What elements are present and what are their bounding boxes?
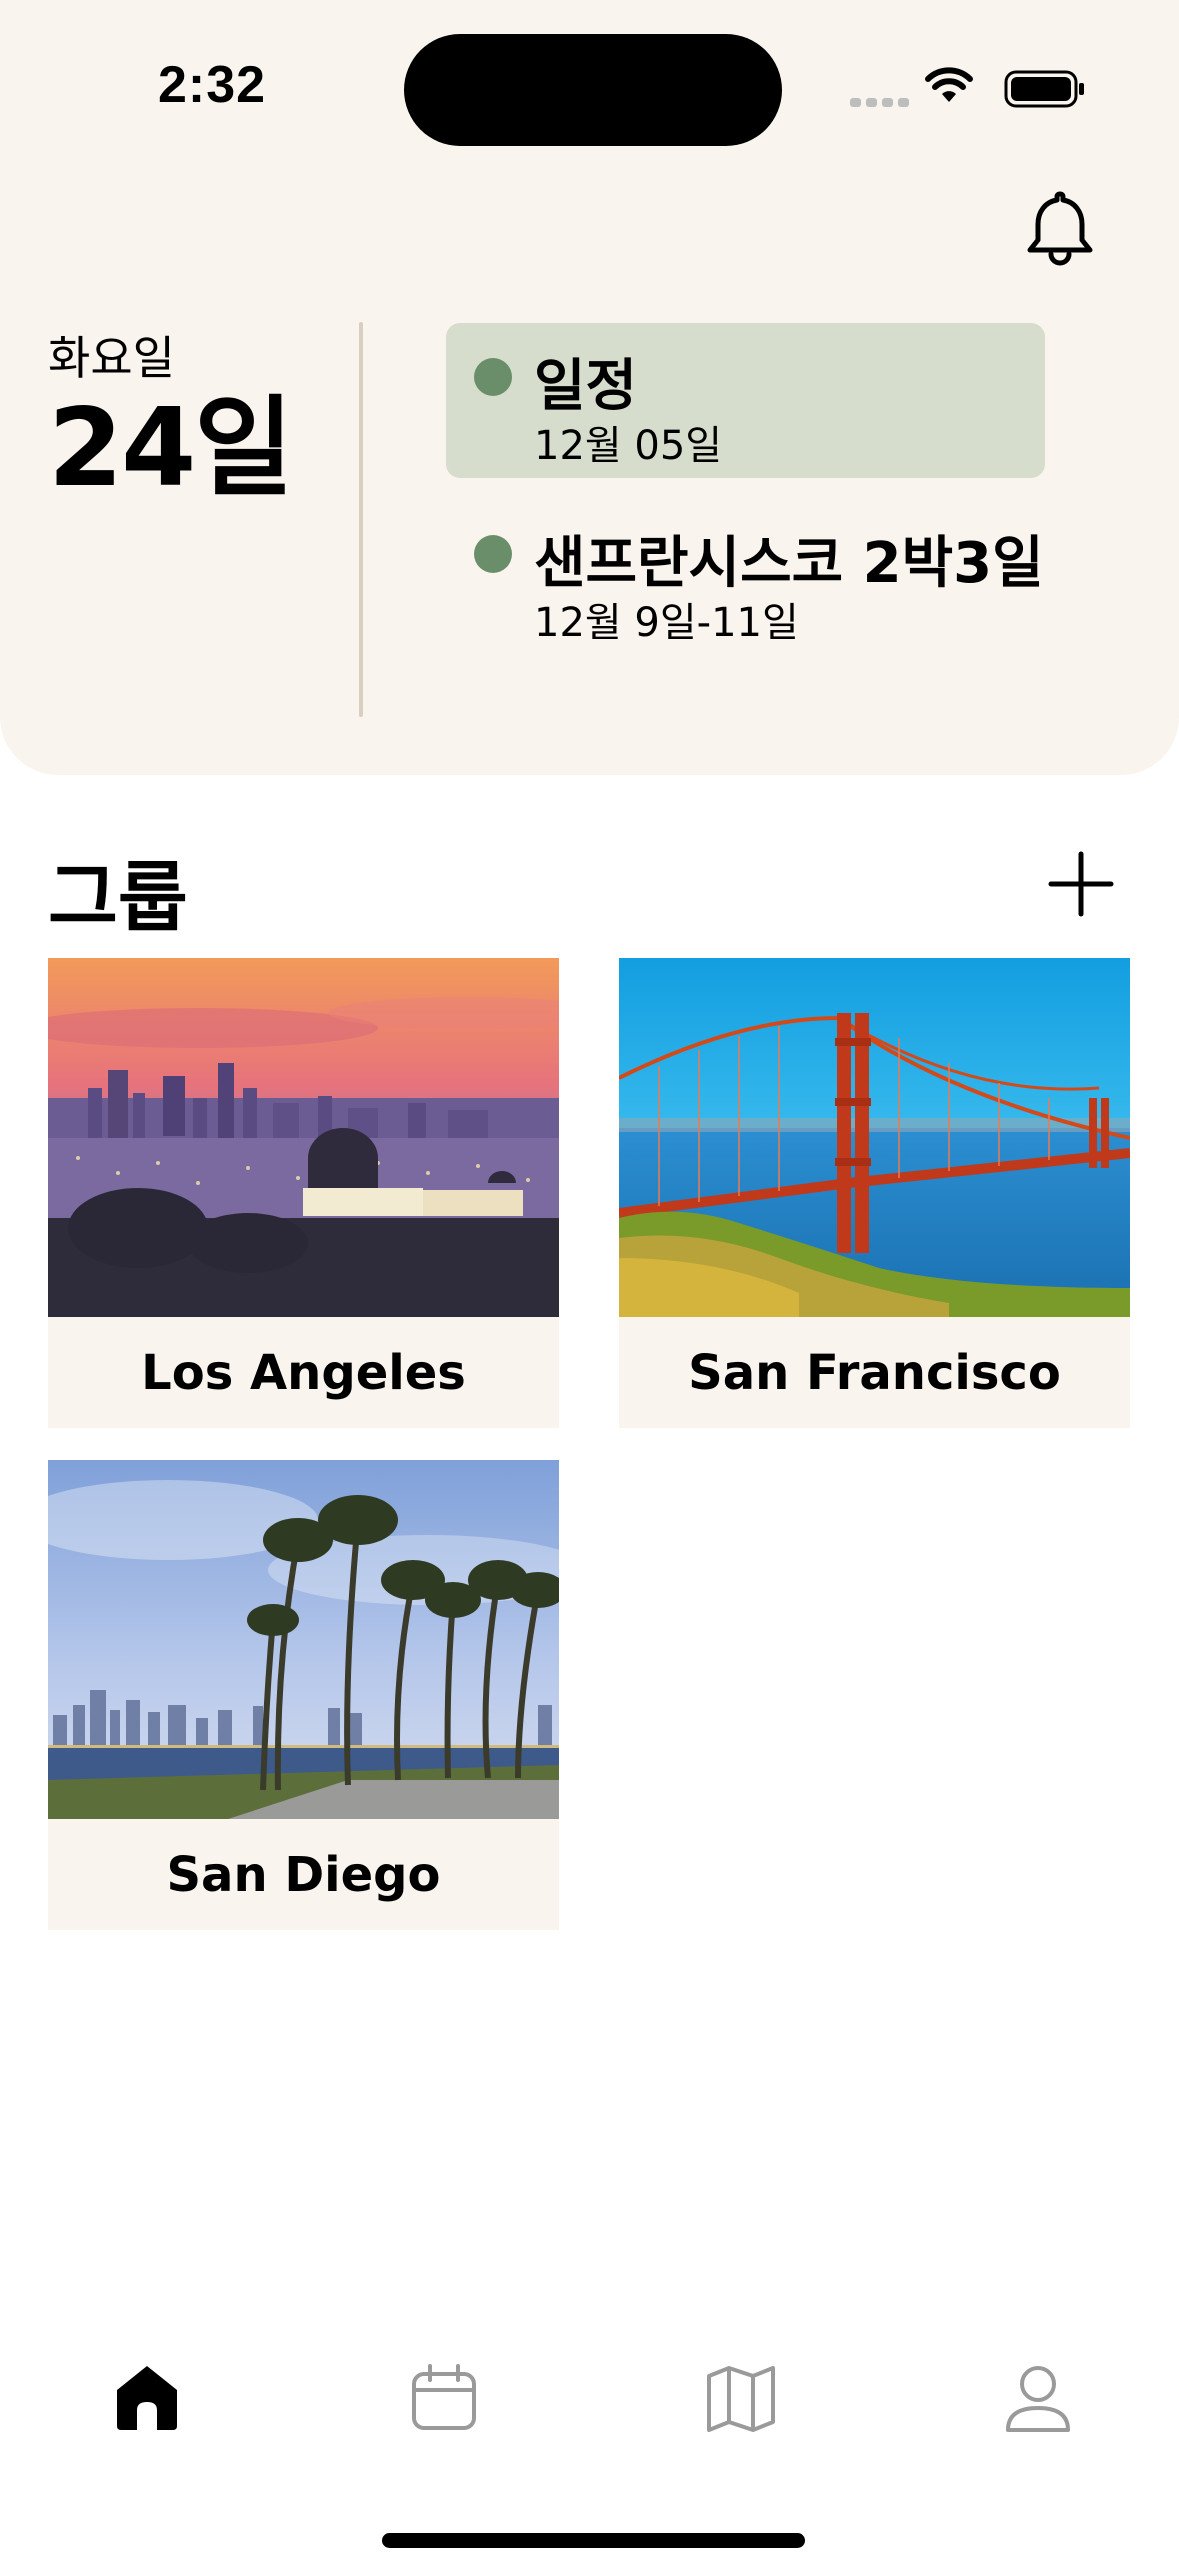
group-card-san-francisco[interactable]: San Francisco <box>619 958 1130 1428</box>
screen: 2:32 화요일 24일 일정 12월 05일 샌프란시스코 2박3일 12월 … <box>0 0 1179 2556</box>
san-francisco-photo <box>619 958 1130 1317</box>
dynamic-island <box>404 34 782 146</box>
home-indicator[interactable] <box>382 2533 805 2548</box>
signal-icon <box>850 98 909 107</box>
profile-icon[interactable] <box>1002 2362 1074 2434</box>
status-icons <box>850 62 1090 112</box>
wifi-icon <box>925 67 973 102</box>
plus-icon[interactable] <box>1045 848 1117 920</box>
group-card-san-diego[interactable]: San Diego <box>48 1460 559 1930</box>
los-angeles-photo <box>48 958 559 1317</box>
group-name: San Francisco <box>688 1344 1061 1401</box>
group-name: San Diego <box>166 1846 441 1903</box>
status-time: 2:32 <box>158 56 267 114</box>
home-icon[interactable] <box>111 2362 183 2434</box>
group-card-los-angeles[interactable]: Los Angeles <box>48 958 559 1428</box>
battery-icon <box>1004 70 1084 108</box>
event-item-sf-trip[interactable]: 샌프란시스코 2박3일 12월 9일-11일 <box>446 500 1045 655</box>
event-item-schedule[interactable]: 일정 12월 05일 <box>446 323 1045 478</box>
event-title: 일정 <box>534 354 638 419</box>
event-date: 12월 05일 <box>534 423 723 469</box>
group-name: Los Angeles <box>141 1344 466 1401</box>
calendar-icon[interactable] <box>408 2362 480 2434</box>
header-card: 2:32 화요일 24일 일정 12월 05일 샌프란시스코 2박3일 12월 … <box>0 0 1179 775</box>
date-block: 화요일 24일 <box>48 322 294 511</box>
bell-icon[interactable] <box>1022 188 1098 268</box>
event-dot <box>474 535 512 573</box>
weekday-label: 화요일 <box>48 331 175 385</box>
day-number: 24일 <box>48 386 294 511</box>
event-date: 12월 9일-11일 <box>534 600 799 646</box>
map-icon[interactable] <box>705 2362 777 2434</box>
group-section-title: 그룹 <box>48 853 188 942</box>
san-diego-photo <box>48 1460 559 1819</box>
event-title: 샌프란시스코 2박3일 <box>534 531 1044 596</box>
event-dot <box>474 358 512 396</box>
vertical-divider <box>359 322 363 717</box>
